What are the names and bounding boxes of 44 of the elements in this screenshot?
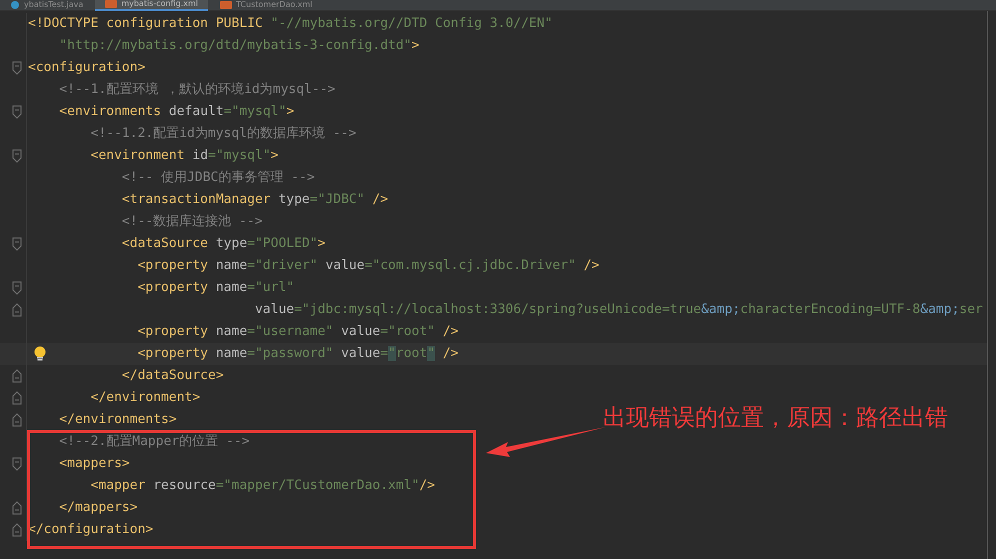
fold-marker-icon[interactable] [12, 281, 22, 295]
fold-marker-icon[interactable] [12, 149, 22, 163]
code-line: <property name="password" value="root" /> [136, 345, 458, 363]
fold-end-marker-icon[interactable] [12, 369, 22, 383]
code-line: "http://mybatis.org/dtd/mybatis-3-config.dtd"> [58, 37, 420, 55]
lightbulb-icon[interactable] [34, 346, 46, 361]
fold-end-marker-icon[interactable] [12, 501, 22, 515]
editor-tab[interactable]: TCustomerDao.xml [210, 0, 322, 10]
annotation-text: 出现错误的位置，原因：路径出错 [603, 404, 948, 433]
code-line: <mapper resource="mapper/TCustomerDao.xml"/> [90, 477, 436, 495]
fold-end-marker-icon[interactable] [12, 413, 22, 427]
code-line: <!--1.2.配置id为mysql的数据库环境 --> [90, 125, 356, 143]
code-line: <transactionManager type="JDBC" /> [120, 191, 388, 209]
code-line: </configuration> [27, 521, 154, 539]
code-line: value="jdbc:mysql://localhost:3306/spring?useUnicode=true&amp;characterEncoding=UTF-8&amp;ser [254, 301, 983, 319]
code-line: <!--2.配置Mapper的位置 --> [58, 433, 250, 451]
code-line: <!-- 使用JDBC的事务管理 --> [120, 169, 315, 187]
code-line: <configuration> [27, 59, 146, 77]
fold-marker-icon[interactable] [12, 457, 22, 471]
fold-marker-icon[interactable] [12, 105, 22, 119]
editor-tab[interactable]: ybatisTest.java [0, 0, 94, 10]
code-line: <property name="url" [136, 279, 294, 297]
fold-end-marker-icon[interactable] [12, 391, 22, 405]
code-line: <mappers> [58, 455, 130, 473]
code-line: </dataSource> [120, 367, 224, 385]
java-file-icon [10, 1, 20, 9]
editor-tab[interactable]: mybatis-config.xml [95, 0, 208, 11]
code-line: <!DOCTYPE configuration PUBLIC "-//mybatis.org//DTD Config 3.0//EN" [27, 15, 552, 33]
code-line: </mappers> [58, 499, 138, 517]
fold-marker-icon[interactable] [12, 61, 22, 75]
code-line: <environment id="mysql"> [90, 147, 278, 165]
code-line: <!--数据库连接池 --> [120, 213, 263, 231]
code-line: <!--1.配置环境 ，默认的环境id为mysql--> [58, 81, 336, 99]
fold-marker-icon[interactable] [12, 237, 22, 251]
code-line: <property name="driver" value="com.mysql.cj.jdbc.Driver" /> [136, 257, 600, 275]
code-line: <environments default="mysql"> [58, 103, 294, 121]
fold-end-marker-icon[interactable] [12, 303, 22, 317]
fold-end-marker-icon[interactable] [12, 523, 22, 537]
xml-file-icon [105, 0, 118, 8]
code-line: </environments> [58, 411, 177, 429]
code-line: <property name="username" value="root" /> [136, 323, 458, 341]
xml-file-icon [220, 1, 232, 9]
code-line: <dataSource type="POOLED"> [120, 235, 326, 253]
code-line: </environment> [90, 389, 200, 407]
